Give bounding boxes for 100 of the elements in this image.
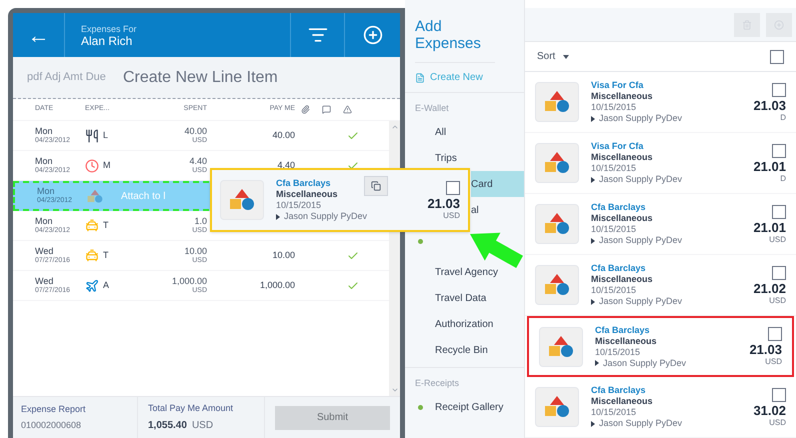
spent-amount: 1.0 [194, 216, 207, 226]
day-text: Mon [37, 187, 55, 196]
nav-item[interactable]: Authorization [405, 311, 494, 337]
nav-item-label: Recycle Bin [435, 344, 488, 358]
checkbox[interactable] [772, 204, 786, 218]
expense-card[interactable]: Cfa Barclays Miscellaneous 10/15/2015 Jason Supply PyDev 21.01 USD [525, 194, 796, 255]
currency-text: USD [769, 418, 786, 426]
expense-type-text: M [103, 158, 110, 172]
date-text: 10/15/2015 [591, 285, 636, 296]
report-label: Expense Report [21, 402, 86, 416]
checkbox[interactable] [446, 180, 460, 194]
vendor-link[interactable]: Cfa Barclays [276, 178, 331, 189]
nav-item-label: Receipt Gallery [435, 400, 504, 414]
day-text: Mon [35, 126, 53, 136]
checkbox[interactable] [772, 82, 786, 96]
vendor-link[interactable]: Cfa Barclays [591, 202, 646, 213]
nav-item-label: Card [471, 178, 493, 192]
spent-amount: 1,000.00 [172, 276, 207, 286]
amount-text: 21.01 [753, 220, 786, 234]
warning-icon [343, 105, 352, 114]
create-line-item-label: Create New Line Item [123, 68, 278, 88]
drag-preview-tooltip[interactable]: Cfa Barclays Miscellaneous 10/15/2015 Jason Supply PyDev 21.03 USD [210, 168, 470, 232]
faded-title: pdf Adj Amt Due [27, 70, 107, 86]
date-text: 10/15/2015 [595, 346, 640, 358]
expense-card[interactable]: Cfa Barclays Miscellaneous 10/15/2015 Jason Supply PyDev 21.02 USD [525, 255, 796, 316]
category-text: Miscellaneous [591, 274, 653, 285]
vendor-link[interactable]: Visa For Cfa [591, 141, 644, 152]
merchant-text: Jason Supply PyDev [603, 358, 686, 368]
nav-item[interactable]: Trips [405, 145, 457, 171]
nav-item-label: al [471, 204, 479, 218]
day-text: Mon [35, 156, 53, 166]
expense-card[interactable]: Visa For Cfa Miscellaneous 10/15/2015 Jason Supply PyDev 21.01 D [525, 133, 796, 194]
expense-card[interactable]: Cfa Barclays Miscellaneous 10/15/2015 Jason Supply PyDev 21.03 USD [527, 316, 794, 377]
date-text: 10/15/2015 [591, 163, 636, 174]
copy-button[interactable] [364, 176, 388, 196]
amount-text: 21.02 [753, 282, 786, 294]
sort-dropdown[interactable]: Sort [537, 49, 570, 64]
shapes-icon [544, 212, 570, 236]
day-text: Wed [35, 276, 54, 286]
spent-amount: 4.40 [189, 156, 207, 166]
checkbox[interactable] [772, 144, 786, 158]
currency-text: D [780, 174, 786, 182]
category-text: Miscellaneous [591, 91, 653, 102]
bullet-icon [276, 214, 280, 220]
copy-icon [371, 181, 381, 191]
shapes-icon [544, 90, 570, 114]
plane-icon [85, 278, 99, 292]
shapes-icon [548, 334, 574, 358]
checkbox[interactable] [770, 50, 784, 64]
expense-card[interactable]: Visa For Cfa Miscellaneous 10/15/2015 Jason Supply PyDev 21.03 D [525, 72, 796, 133]
expense-type-text: T [103, 218, 108, 232]
checkbox[interactable] [772, 266, 786, 280]
expense-type-text: L [103, 128, 108, 142]
nav-item[interactable]: Travel Data [405, 285, 486, 311]
bullet-icon [591, 420, 595, 426]
category-text: Miscellaneous [591, 213, 653, 224]
category-text: Miscellaneous [591, 152, 653, 163]
date-text: 10/15/2015 [276, 200, 322, 211]
nav-item-label: Trips [435, 152, 457, 166]
pay-me-amount: 1,000.00 [258, 278, 295, 292]
nav-item[interactable]: Travel Agency [405, 259, 498, 285]
vendor-link[interactable]: Cfa Barclays [591, 385, 646, 396]
nav-item[interactable]: al [471, 197, 479, 223]
spent-amount: 40.00 [184, 126, 207, 136]
vendor-link[interactable]: Cfa Barclays [591, 263, 646, 274]
document-icon [415, 72, 425, 82]
bullet-icon [595, 360, 599, 366]
spent-amount: 10.00 [184, 246, 207, 256]
bullet-icon [591, 238, 595, 244]
create-line-item-band[interactable]: pdf Adj Amt Due Create New Line Item [13, 57, 400, 99]
checkbox[interactable] [772, 388, 786, 402]
checkbox[interactable] [768, 327, 782, 341]
pay-me-amount: 40.00 [271, 128, 295, 142]
expense-type-text: A [103, 278, 110, 292]
nav-item[interactable]: Card [471, 171, 524, 197]
shapes-icon [87, 188, 103, 204]
nav-item[interactable]: Recycle Bin [405, 337, 488, 363]
merchant-text: Jason Supply PyDev [599, 296, 682, 307]
currency-text: USD [443, 212, 460, 220]
category-text: Miscellaneous [595, 336, 657, 346]
comment-icon [322, 105, 331, 114]
taxi-icon [85, 218, 99, 232]
vendor-link[interactable]: Cfa Barclays [595, 324, 650, 336]
expense-type-text: T [103, 248, 108, 262]
expense-card[interactable]: Cfa Barclays Miscellaneous 10/15/2015 Jason Supply PyDev 31.02 USD [525, 377, 796, 438]
amount-text: 21.03 [749, 343, 782, 356]
report-number: 010002000608 [21, 419, 82, 432]
nav-item[interactable]: Receipt Gallery [405, 394, 504, 420]
day-text: Mon [35, 216, 53, 226]
nav-item[interactable]: All [405, 119, 446, 145]
merchant-text: Jason Supply PyDev [599, 235, 682, 246]
nav-title: Add Expenses [415, 18, 495, 63]
merchant-text: Jason Supply PyDev [284, 211, 368, 222]
category-text: Miscellaneous [591, 396, 653, 407]
vendor-link[interactable]: Visa For Cfa [591, 80, 644, 91]
date-text: 10/15/2015 [591, 224, 636, 235]
shapes-icon [544, 395, 570, 419]
merchant-text: Jason Supply PyDev [599, 174, 682, 185]
paperclip-icon [301, 105, 310, 114]
section-title: E-Receipts [414, 377, 460, 390]
